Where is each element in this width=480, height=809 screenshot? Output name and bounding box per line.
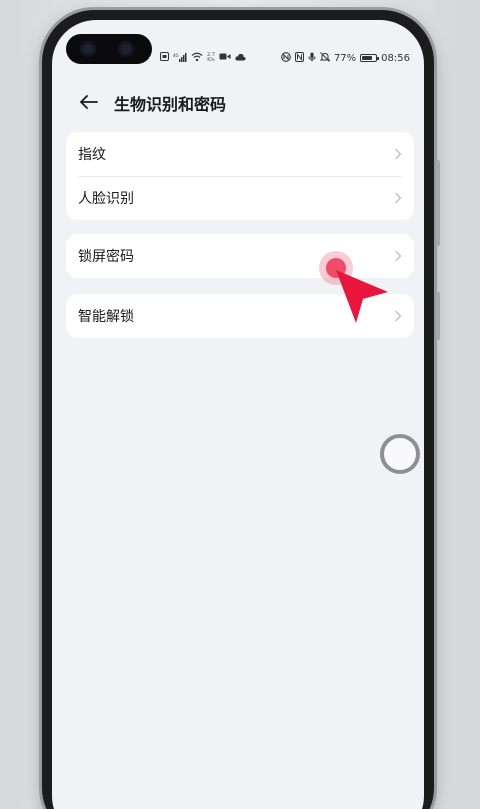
chevron-right-icon [394, 191, 402, 205]
chevron-right-icon [394, 249, 402, 263]
camera-lens-icon [118, 41, 134, 57]
network-speed: 2.7 K/s [207, 53, 215, 63]
status-bar: 4G 2.7 K/s 77% 08:56 [160, 50, 410, 66]
battery-fill [362, 56, 373, 60]
smart-unlock-label: 智能解锁 [78, 309, 134, 325]
video-icon [219, 52, 231, 64]
cloud-icon [235, 53, 246, 64]
chevron-right-icon [394, 147, 402, 161]
mic-icon [308, 52, 316, 65]
back-arrow-icon [80, 94, 98, 113]
phone-frame: 4G 2.7 K/s 77% 08:56 生物识别和密码 指纹 人脸识别 锁屏密… [42, 10, 440, 809]
nfc-icon [281, 51, 291, 65]
lock-screen-card: 锁屏密码 [66, 234, 414, 278]
back-button[interactable] [74, 88, 104, 118]
smart-unlock-item[interactable]: 智能解锁 [66, 294, 414, 338]
page-title: 生物识别和密码 [114, 95, 227, 114]
camera-lens-icon [80, 41, 96, 57]
mute-icon [319, 51, 331, 65]
front-camera [66, 34, 152, 64]
smart-unlock-card: 智能解锁 [66, 294, 414, 338]
fingerprint-item[interactable]: 指纹 [66, 132, 414, 176]
chevron-right-icon [394, 309, 402, 323]
wifi-icon [191, 52, 203, 65]
volume-button [436, 160, 440, 246]
battery-icon [360, 54, 380, 62]
status-right-group: 77% 08:56 [281, 51, 410, 65]
battery-percent: 77% [333, 52, 357, 64]
face-recognition-label: 人脸识别 [78, 191, 134, 207]
network-speed-unit: K/s [207, 57, 215, 63]
lock-screen-password-label: 锁屏密码 [78, 249, 134, 265]
nfc-n-icon [294, 51, 304, 65]
screen: 4G 2.7 K/s 77% 08:56 生物识别和密码 指纹 人脸识别 锁屏密… [52, 20, 424, 809]
lock-screen-password-item[interactable]: 锁屏密码 [66, 234, 414, 278]
status-left-group: 4G 2.7 K/s [160, 52, 246, 65]
status-time: 08:56 [381, 52, 410, 64]
svg-text:4G: 4G [173, 53, 179, 58]
sim-icon [160, 52, 169, 64]
power-button [436, 292, 440, 340]
touch-ring-icon [380, 434, 420, 474]
fingerprint-label: 指纹 [78, 147, 106, 163]
biometrics-card: 指纹 人脸识别 [66, 132, 414, 220]
signal-icon: 4G [173, 52, 187, 65]
page-header: 生物识别和密码 [52, 88, 424, 118]
face-recognition-item[interactable]: 人脸识别 [66, 176, 414, 220]
